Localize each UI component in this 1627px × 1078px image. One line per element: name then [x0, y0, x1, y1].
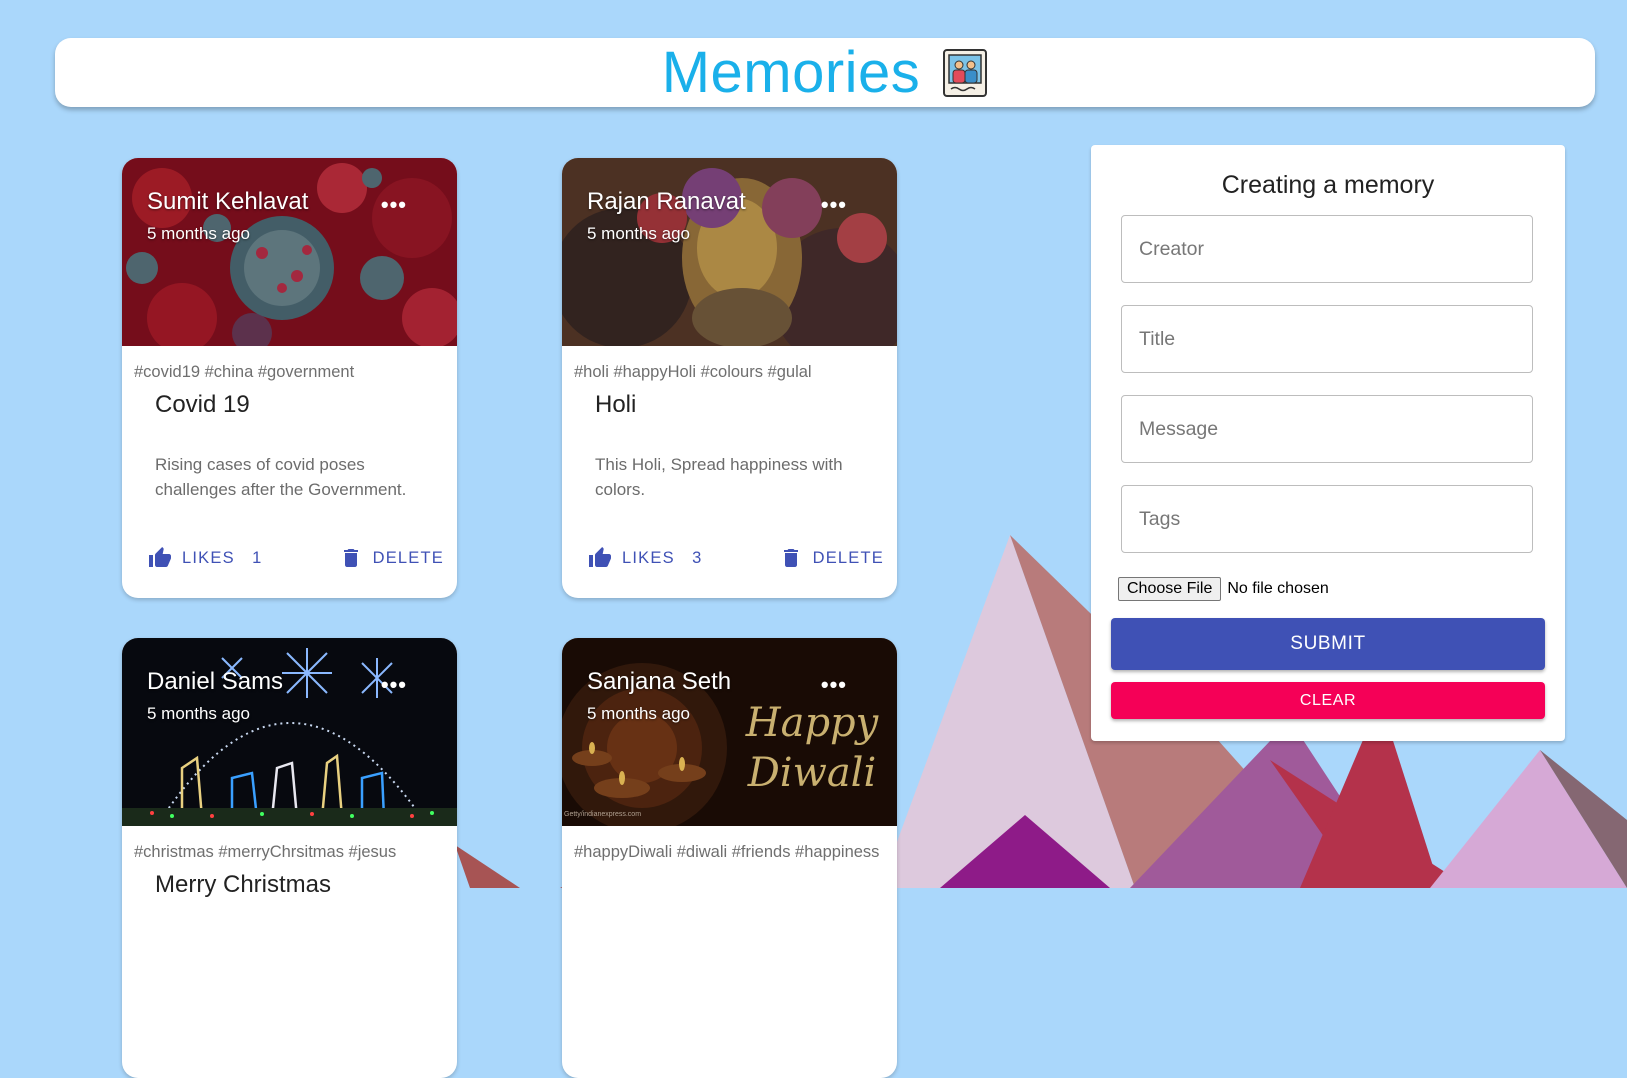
title-input[interactable]: [1121, 305, 1533, 373]
card-tags: #christmas #merryChrsitmas #jesus: [134, 843, 397, 861]
memory-card: Rajan Ranavat 5 months ago ••• #holi #ha…: [562, 158, 897, 598]
create-memory-form: Creating a memory Choose File No file ch…: [1091, 145, 1565, 741]
like-label: LIKES: [622, 548, 675, 567]
thumb-up-icon: [589, 547, 611, 567]
delete-label: DELETE: [812, 548, 884, 567]
card-timestamp: 5 months ago: [147, 224, 251, 243]
like-count: 1: [252, 548, 263, 567]
tags-input[interactable]: [1121, 485, 1533, 553]
memory-card: Happy Diwali Getty/indianexpress.com San…: [562, 638, 897, 1078]
memory-card: Sumit Kehlavat 5 months ago ••• #covid19…: [122, 158, 457, 598]
card-title: Covid 19: [155, 391, 250, 418]
card-creator: Rajan Ranavat: [587, 188, 746, 215]
clear-button[interactable]: CLEAR: [1111, 682, 1545, 719]
card-title: Merry Christmas: [155, 871, 332, 898]
delete-button[interactable]: DELETE: [779, 546, 884, 570]
card-media: Rajan Ranavat 5 months ago •••: [562, 158, 897, 346]
family-photo-icon: [943, 48, 988, 97]
delete-button[interactable]: DELETE: [339, 546, 444, 570]
choose-file-button[interactable]: Choose File: [1118, 577, 1222, 601]
trash-icon: [783, 549, 798, 567]
card-message: Rising cases of covid poses challenges a…: [155, 455, 407, 499]
more-options-icon[interactable]: •••: [381, 672, 407, 698]
more-options-icon[interactable]: •••: [381, 192, 407, 218]
card-title: Holi: [595, 391, 637, 418]
app-header: Memories: [55, 38, 1595, 107]
card-tags: #happyDiwali #diwali #friends #happiness: [574, 843, 880, 861]
form-heading: Creating a memory: [1221, 171, 1435, 199]
thumb-up-icon: [149, 547, 171, 567]
memory-card: Daniel Sams 5 months ago ••• #christmas …: [122, 638, 457, 1078]
more-options-icon[interactable]: •••: [821, 672, 847, 698]
file-status: No file chosen: [1227, 580, 1329, 597]
christmas-lights-image: [122, 638, 457, 826]
file-upload: Choose File No file chosen: [1118, 577, 1329, 601]
card-timestamp: 5 months ago: [587, 224, 691, 243]
image-credit: Getty/indianexpress.com: [564, 811, 642, 818]
card-timestamp: 5 months ago: [587, 704, 691, 723]
card-media: Daniel Sams 5 months ago •••: [122, 638, 457, 826]
trash-icon: [343, 549, 358, 567]
card-timestamp: 5 months ago: [147, 704, 251, 723]
card-media: Sumit Kehlavat 5 months ago •••: [122, 158, 457, 346]
card-media: Happy Diwali Getty/indianexpress.com San…: [562, 638, 897, 826]
like-button[interactable]: LIKES 1: [148, 546, 263, 570]
creator-input[interactable]: [1121, 215, 1533, 283]
app-title: Memories: [661, 40, 921, 105]
card-creator: Sanjana Seth: [587, 668, 732, 695]
card-creator: Sumit Kehlavat: [147, 188, 309, 215]
like-count: 3: [692, 548, 703, 567]
message-input[interactable]: [1121, 395, 1533, 463]
more-options-icon[interactable]: •••: [821, 192, 847, 218]
card-tags: #holi #happyHoli #colours #gulal: [574, 363, 812, 381]
card-tags: #covid19 #china #government: [134, 363, 355, 381]
delete-label: DELETE: [372, 548, 444, 567]
like-button[interactable]: LIKES 3: [588, 546, 703, 570]
like-label: LIKES: [182, 548, 235, 567]
card-creator: Daniel Sams: [147, 668, 284, 695]
submit-button[interactable]: SUBMIT: [1111, 618, 1545, 670]
card-message: This Holi, Spread happiness with colors.: [595, 455, 843, 499]
diwali-image-text: Happy Diwali: [745, 700, 879, 796]
